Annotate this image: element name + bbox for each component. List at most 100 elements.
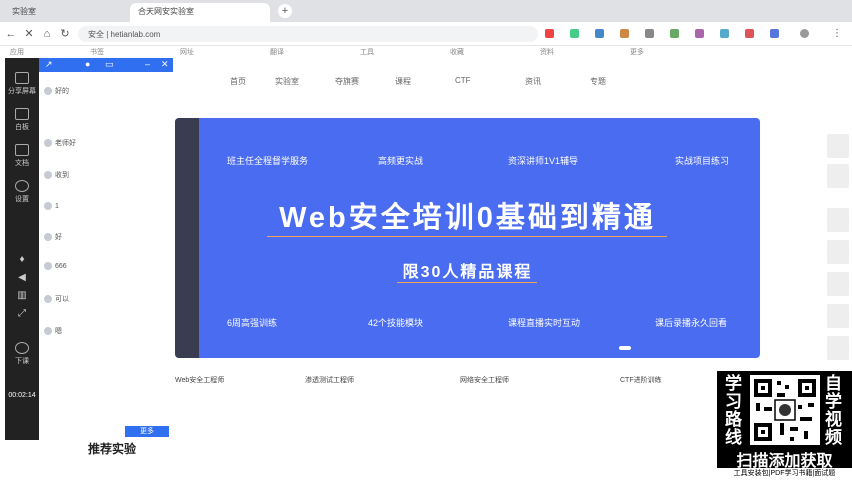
banner-feature: 资深讲师1V1辅导: [508, 156, 579, 166]
chat-message: 嗯: [44, 326, 62, 336]
extension-icon[interactable]: [545, 29, 554, 38]
promo-footer: 工具安装包|PDF学习书籍|面试题: [717, 468, 852, 480]
nav-link[interactable]: 课程: [395, 76, 411, 87]
carousel-indicator[interactable]: [619, 346, 631, 350]
url-input[interactable]: 安全 | hetianlab.com: [78, 26, 538, 42]
promo-char: 频: [825, 428, 842, 447]
close-icon[interactable]: ✕: [22, 27, 36, 41]
course-card[interactable]: CTF进阶训练: [620, 375, 662, 385]
close-icon[interactable]: ✕: [161, 59, 169, 70]
power-icon: [15, 342, 29, 354]
chat-text: 好: [55, 234, 62, 241]
qr-code: [750, 375, 820, 445]
banner-underline: [267, 236, 667, 237]
chat-text: 1: [55, 202, 59, 210]
nav-link[interactable]: 资讯: [525, 76, 541, 87]
browser-tab[interactable]: 实验室: [4, 3, 124, 22]
banner-feature: 班主任全程督学服务: [227, 156, 309, 166]
browser-tab-bar: 实验室 合天网安实验室 +: [0, 0, 852, 22]
section-title: 推荐实验: [88, 442, 137, 456]
chat-message: 好: [44, 232, 62, 242]
chat-message: 收到: [44, 170, 69, 180]
promo-char: 学: [725, 374, 742, 393]
more-button[interactable]: 更多: [125, 426, 169, 437]
nav-link[interactable]: 专题: [590, 76, 606, 87]
home-icon[interactable]: ⌂: [40, 27, 54, 41]
document-button[interactable]: 文档: [5, 144, 39, 168]
sidebar-thumb[interactable]: [827, 304, 849, 328]
back-icon[interactable]: ←: [4, 27, 18, 41]
banner-feature: 实战项目练习: [675, 156, 730, 166]
chat-message: 可以: [44, 294, 69, 304]
screen-icon: [15, 72, 29, 84]
course-card[interactable]: Web安全工程师: [175, 375, 224, 385]
profile-icon[interactable]: [800, 29, 809, 38]
camera-icon[interactable]: ▭: [105, 59, 114, 70]
extension-icon[interactable]: [620, 29, 629, 38]
extension-icon[interactable]: [745, 29, 754, 38]
promo-char: 线: [725, 428, 742, 447]
live-toolbar: 分享屏幕 白板 文档 设置 ♦ ◀ ▥ ⤢ 下课 00:02:14: [5, 58, 39, 440]
rail-label: 下课: [15, 358, 29, 365]
bookmark-item[interactable]: 收藏: [450, 47, 464, 57]
avatar: [44, 171, 52, 180]
sidebar-thumb[interactable]: [827, 240, 849, 264]
chat-message: 1: [44, 202, 59, 210]
share-screen-button[interactable]: 分享屏幕: [5, 72, 39, 96]
chat-text: 老师好: [55, 140, 76, 147]
mic-icon[interactable]: ♦: [5, 254, 39, 265]
extension-icon[interactable]: [670, 29, 679, 38]
volume-icon[interactable]: ◀: [5, 272, 39, 283]
browser-tab-active[interactable]: 合天网安实验室: [130, 3, 270, 22]
nav-link[interactable]: 夺旗赛: [335, 76, 359, 87]
bookmark-item[interactable]: 书签: [90, 47, 104, 57]
end-class-button[interactable]: 下课: [5, 342, 39, 366]
refresh-icon[interactable]: ↻: [58, 27, 72, 41]
nav-link[interactable]: 实验室: [275, 76, 299, 87]
mic-icon[interactable]: ●: [85, 59, 90, 69]
bookmark-item[interactable]: 翻译: [270, 47, 284, 57]
expand-icon[interactable]: ⤢: [5, 308, 39, 319]
bookmark-item[interactable]: 应用: [10, 47, 24, 57]
whiteboard-button[interactable]: 白板: [5, 108, 39, 132]
course-card[interactable]: 网络安全工程师: [460, 375, 509, 385]
avatar: [44, 87, 52, 96]
stats-icon[interactable]: ▥: [5, 290, 39, 301]
extension-icon[interactable]: [695, 29, 704, 38]
bookmark-item[interactable]: 工具: [360, 47, 374, 57]
new-tab-button[interactable]: +: [278, 4, 292, 18]
banner-feature: 42个技能模块: [368, 318, 424, 328]
extension-icon[interactable]: [595, 29, 604, 38]
minimize-icon[interactable]: –: [145, 59, 150, 69]
chat-text: 收到: [55, 172, 69, 179]
nav-link[interactable]: 首页: [230, 76, 246, 87]
sidebar-thumb[interactable]: [827, 208, 849, 232]
sidebar-thumb[interactable]: [827, 272, 849, 296]
bookmark-item[interactable]: 网址: [180, 47, 194, 57]
chat-text: 可以: [55, 296, 69, 303]
chat-message: 666: [44, 262, 67, 270]
settings-button[interactable]: 设置: [5, 180, 39, 204]
promo-right-text: 自 学 视 频: [825, 375, 845, 447]
sidebar-thumb[interactable]: [827, 164, 849, 188]
extension-icon[interactable]: [770, 29, 779, 38]
share-icon[interactable]: ↗: [45, 59, 53, 70]
nav-link[interactable]: CTF: [455, 76, 471, 85]
rail-label: 设置: [15, 196, 29, 203]
sidebar-thumb[interactable]: [827, 134, 849, 158]
extension-icon[interactable]: [645, 29, 654, 38]
promo-char: 学: [825, 392, 842, 411]
extension-icon[interactable]: [720, 29, 729, 38]
menu-icon[interactable]: ⋮: [832, 28, 842, 39]
extension-icon[interactable]: [570, 29, 579, 38]
promo-banner[interactable]: 班主任全程督学服务 高频更实战 资深讲师1V1辅导 实战项目练习 Web安全培训…: [175, 118, 760, 358]
sidebar-thumb[interactable]: [827, 336, 849, 360]
bookmark-item[interactable]: 资料: [540, 47, 554, 57]
banner-subtitle: 限30人精品课程: [402, 264, 533, 281]
promo-char: 路: [725, 410, 742, 429]
avatar: [44, 139, 52, 148]
bookmark-item[interactable]: 更多: [630, 47, 644, 57]
banner-feature: 高频更实战: [378, 156, 424, 166]
course-card[interactable]: 渗透测试工程师: [305, 375, 354, 385]
site-nav: 首页 实验室 夺旗赛 课程 CTF 资讯 专题: [170, 74, 852, 92]
